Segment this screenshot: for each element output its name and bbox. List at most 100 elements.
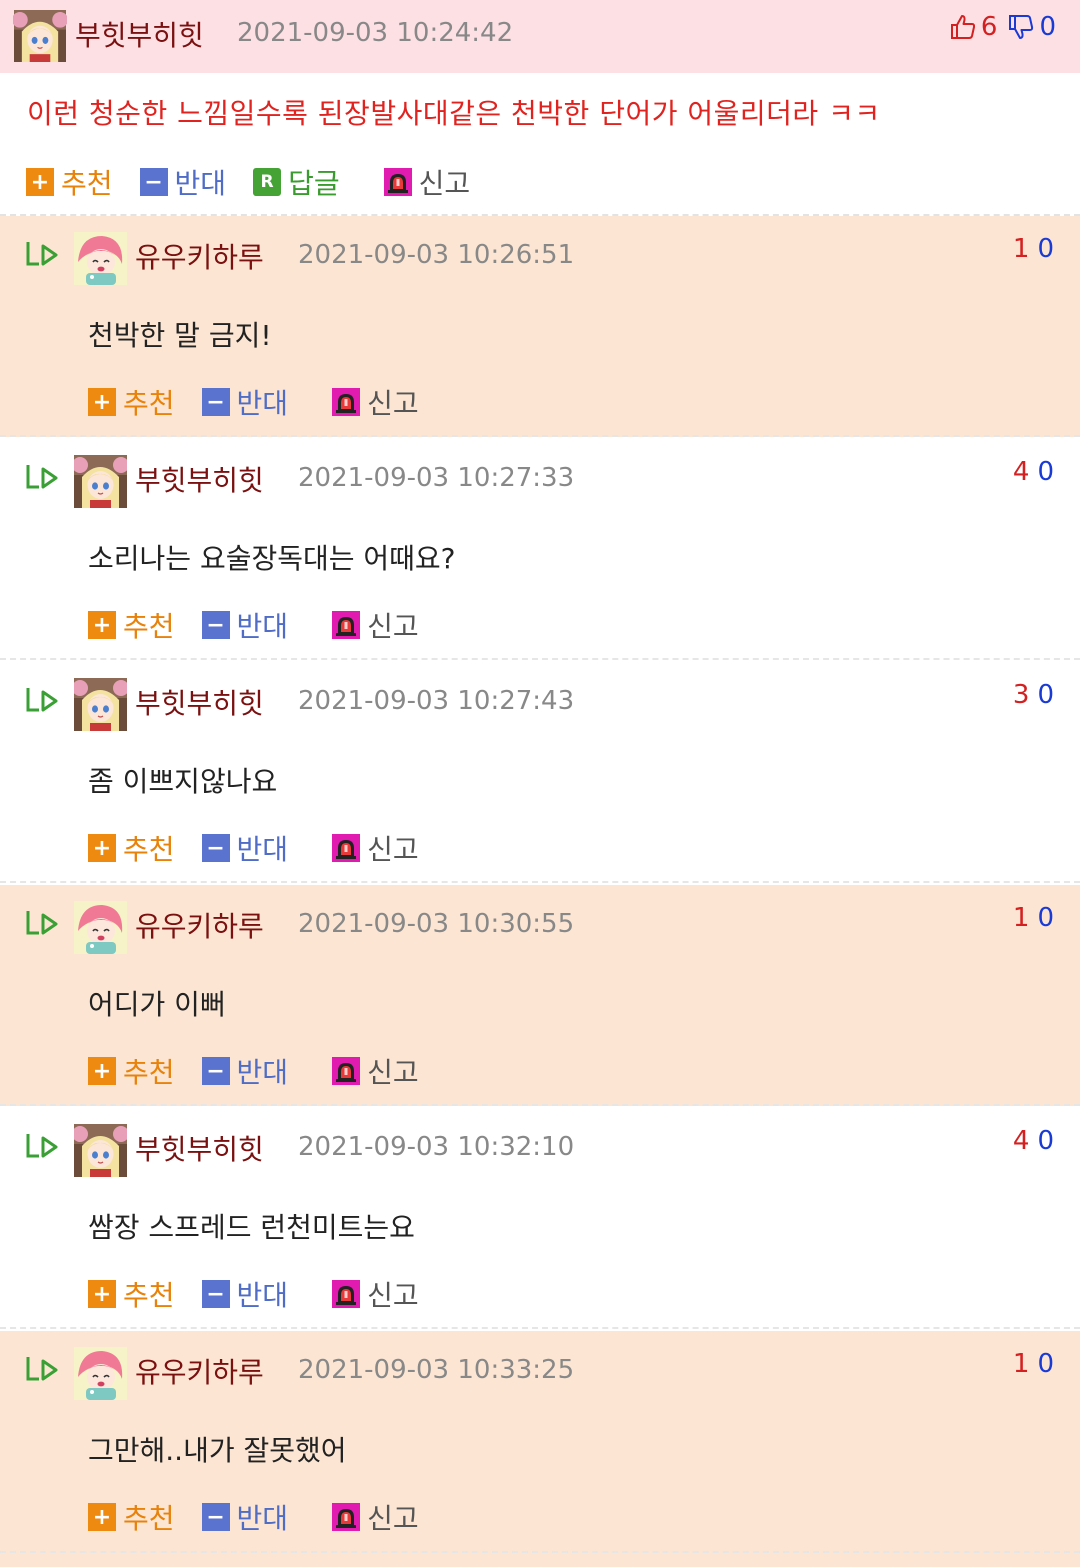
- thumbs-down-icon: [1009, 15, 1034, 39]
- divider: [0, 435, 1080, 437]
- oppose-button[interactable]: − 반대: [201, 828, 288, 868]
- reply-button[interactable]: R 답글: [253, 162, 340, 202]
- recommend-label: 추천: [123, 610, 175, 643]
- recommend-button[interactable]: + 추천: [88, 605, 175, 645]
- siren-icon: [332, 834, 361, 862]
- avatar[interactable]: [74, 455, 127, 508]
- avatar[interactable]: [13, 10, 67, 62]
- oppose-button[interactable]: − 반대: [201, 605, 288, 645]
- vote-counts: 10: [1013, 234, 1054, 264]
- upvote-count: 4: [1012, 1126, 1030, 1156]
- reply-actions: + 추천 − 반대 신고: [88, 382, 419, 422]
- report-button[interactable]: 신고: [332, 605, 419, 645]
- minus-icon: −: [201, 611, 230, 639]
- reply-author[interactable]: 부힛부히힛: [135, 459, 264, 499]
- recommend-button[interactable]: + 추천: [88, 1497, 175, 1537]
- recommend-button[interactable]: + 추천: [88, 1051, 175, 1091]
- reply-icon: R: [253, 168, 282, 196]
- comment-actions: + 추천 − 반대 R 답글 신고: [26, 162, 470, 202]
- upvote-count: 1: [1012, 1349, 1030, 1379]
- report-button[interactable]: 신고: [332, 382, 419, 422]
- divider: [0, 658, 1080, 660]
- report-label: 신고: [367, 387, 419, 420]
- reply-item: 유우키하루 2021-09-03 10:30:55 10 어디가 이뻐 + 추천 …: [0, 885, 1080, 1106]
- siren-icon: [332, 611, 361, 639]
- vote-counts: 10: [1013, 1349, 1054, 1379]
- comment-body: 이런 청순한 느낌일수록 된장발사대같은 천박한 단어가 어울리더라 ㅋㅋ: [27, 97, 881, 130]
- oppose-label: 반대: [236, 1502, 289, 1535]
- oppose-button[interactable]: − 반대: [201, 1274, 288, 1314]
- comment-thread: 부힛부히힛 2021-09-03 10:24:42 6 0 이런 청순한 느낌일…: [0, 0, 1080, 1567]
- upvote-count: 6: [980, 12, 998, 42]
- oppose-button[interactable]: − 반대: [139, 162, 226, 202]
- oppose-button[interactable]: − 반대: [201, 382, 289, 422]
- reply-body: 어디가 이뻐: [88, 988, 226, 1021]
- report-button[interactable]: 신고: [383, 162, 471, 202]
- siren-icon: [332, 388, 361, 416]
- vote-counts: 6 0: [949, 12, 1056, 42]
- recommend-label: 추천: [123, 387, 175, 420]
- minus-icon: −: [201, 1057, 230, 1085]
- recommend-label: 추천: [123, 1279, 175, 1312]
- reply-actions: + 추천 − 반대 신고: [88, 605, 419, 645]
- downvote-count: 0: [1037, 680, 1054, 710]
- recommend-label: 추천: [61, 167, 113, 200]
- report-label: 신고: [367, 1502, 419, 1535]
- recommend-label: 추천: [123, 833, 175, 866]
- reply-body: 좀 이쁘지않나요: [88, 765, 278, 798]
- divider: [0, 1327, 1080, 1329]
- reply-actions: + 추천 − 반대 신고: [88, 1497, 419, 1537]
- oppose-button[interactable]: − 반대: [201, 1497, 289, 1537]
- reply-author[interactable]: 유우키하루: [135, 905, 264, 945]
- comment-author[interactable]: 부힛부히힛: [75, 14, 204, 54]
- report-label: 신고: [367, 610, 419, 643]
- oppose-label: 반대: [236, 387, 289, 420]
- reply-arrow-icon: [25, 909, 59, 939]
- reply-timestamp: 2021-09-03 10:26:51: [298, 240, 575, 270]
- reply-arrow-icon: [25, 1132, 59, 1162]
- recommend-button[interactable]: + 추천: [88, 382, 175, 422]
- reply-author[interactable]: 부힛부히힛: [135, 1128, 264, 1168]
- avatar[interactable]: [74, 678, 127, 731]
- vote-counts: 30: [1013, 680, 1054, 710]
- main-comment-header: 부힛부히힛 2021-09-03 10:24:42 6 0: [0, 0, 1080, 73]
- report-label: 신고: [418, 167, 471, 200]
- reply-timestamp: 2021-09-03 10:30:55: [298, 909, 575, 939]
- avatar[interactable]: [74, 1347, 127, 1400]
- plus-icon: +: [88, 611, 116, 639]
- minus-icon: −: [201, 1503, 230, 1531]
- siren-icon: [383, 168, 412, 196]
- plus-icon: +: [88, 834, 116, 862]
- recommend-button[interactable]: + 추천: [88, 1274, 175, 1314]
- minus-icon: −: [201, 834, 230, 862]
- reply-body: 소리나는 요술장독대는 어때요?: [88, 542, 456, 575]
- reply-author[interactable]: 유우키하루: [135, 236, 264, 276]
- reply-timestamp: 2021-09-03 10:27:43: [298, 686, 575, 716]
- reply-item: 부힛부히힛 2021-09-03 10:27:43 30 좀 이쁘지않나요 + 추…: [0, 662, 1080, 883]
- reply-actions: + 추천 − 반대 신고: [88, 1274, 419, 1314]
- report-button[interactable]: 신고: [332, 828, 419, 868]
- reply-author[interactable]: 유우키하루: [135, 1351, 264, 1391]
- reply-timestamp: 2021-09-03 10:27:33: [298, 463, 575, 493]
- avatar[interactable]: [74, 901, 127, 954]
- reply-item: 부힛부히힛 2021-09-03 10:27:33 40 소리나는 요술장독대는…: [0, 439, 1080, 660]
- reply-item: 부힛부히힛 2021-09-03 10:32:10 40 쌈장 스프레드 런천미…: [0, 1108, 1080, 1329]
- report-button[interactable]: 신고: [332, 1497, 419, 1537]
- upvote-count: 1: [1012, 234, 1030, 264]
- comment-timestamp: 2021-09-03 10:24:42: [237, 18, 514, 48]
- reply-author[interactable]: 부힛부히힛: [135, 682, 264, 722]
- avatar[interactable]: [74, 232, 127, 285]
- recommend-button[interactable]: + 추천: [88, 828, 175, 868]
- report-button[interactable]: 신고: [332, 1274, 419, 1314]
- plus-icon: +: [88, 1280, 116, 1308]
- recommend-button[interactable]: + 추천: [26, 162, 113, 202]
- reply-arrow-icon: [25, 240, 59, 270]
- report-button[interactable]: 신고: [332, 1051, 419, 1091]
- recommend-label: 추천: [123, 1502, 175, 1535]
- avatar[interactable]: [74, 1124, 127, 1177]
- minus-icon: −: [139, 168, 168, 196]
- minus-icon: −: [201, 388, 230, 416]
- reply-arrow-icon: [25, 1355, 59, 1385]
- upvote-count: 4: [1012, 457, 1030, 487]
- oppose-button[interactable]: − 반대: [201, 1051, 288, 1091]
